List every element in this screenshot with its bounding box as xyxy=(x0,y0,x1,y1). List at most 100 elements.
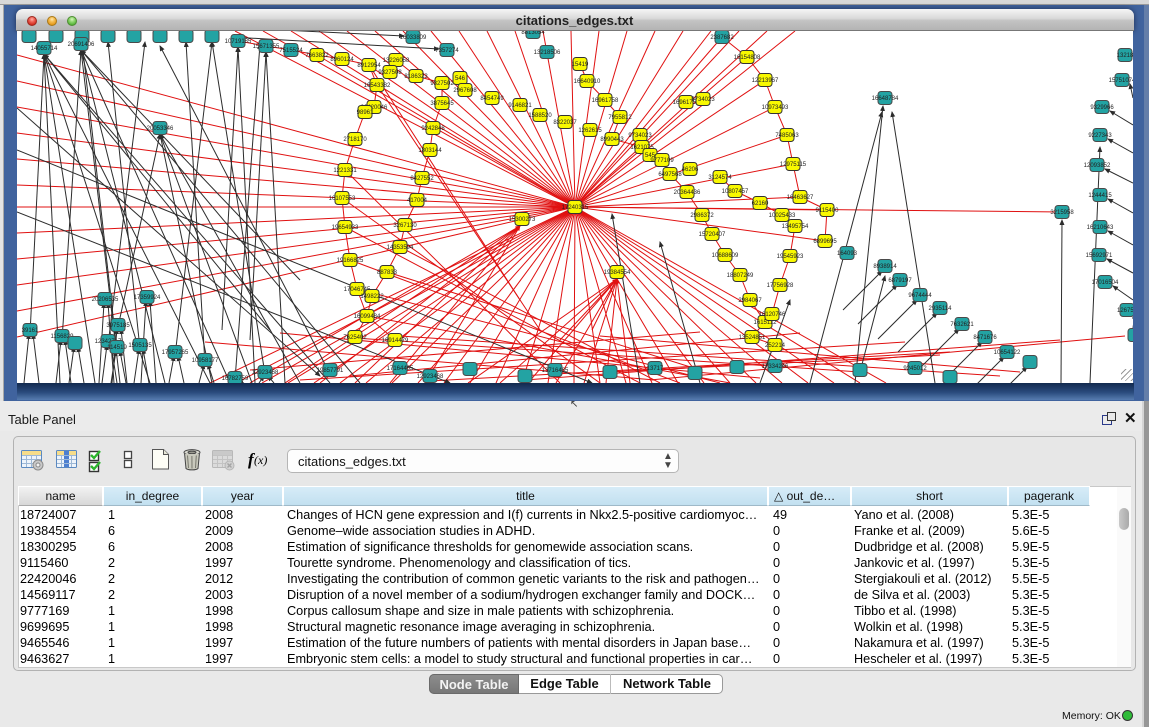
svg-text:114519: 114519 xyxy=(107,345,127,351)
svg-text:6879197: 6879197 xyxy=(888,278,912,284)
svg-text:9329966: 9329966 xyxy=(1090,105,1114,111)
svg-text:9734023: 9734023 xyxy=(628,133,652,139)
svg-text:16154808: 16154808 xyxy=(734,55,761,61)
svg-text:8322037: 8322037 xyxy=(553,120,577,126)
svg-text:2984067: 2984067 xyxy=(738,298,762,304)
svg-text:13218506: 13218506 xyxy=(534,50,561,56)
svg-text:16463627: 16463627 xyxy=(787,195,814,201)
svg-text:10973493: 10973493 xyxy=(762,105,789,111)
svg-text:14055714: 14055714 xyxy=(31,46,58,52)
svg-text:17756928: 17756928 xyxy=(767,283,794,289)
svg-text:19857791: 19857791 xyxy=(317,368,344,374)
svg-text:7632621: 7632621 xyxy=(950,322,974,328)
svg-text:20691406: 20691406 xyxy=(68,42,95,48)
svg-text:887833: 887833 xyxy=(377,270,398,276)
svg-text:13717: 13717 xyxy=(647,366,664,372)
svg-text:3875645: 3875645 xyxy=(430,101,454,107)
svg-text:2967608: 2967608 xyxy=(453,88,477,94)
svg-text:16210643: 16210643 xyxy=(1087,225,1114,231)
svg-text:1498222: 1498222 xyxy=(360,294,384,300)
svg-text:3215958: 3215958 xyxy=(1050,210,1074,216)
svg-text:13226058: 13226058 xyxy=(383,58,410,64)
svg-text:16961758: 16961758 xyxy=(592,98,619,104)
svg-text:20364436: 20364436 xyxy=(674,190,701,196)
svg-text:15720407: 15720407 xyxy=(699,232,726,238)
svg-text:13524851: 13524851 xyxy=(739,335,766,341)
svg-text:20206535: 20206535 xyxy=(92,297,119,303)
svg-text:9146821: 9146821 xyxy=(508,103,532,109)
svg-text:9227343: 9227343 xyxy=(1088,133,1112,139)
svg-text:7955812: 7955812 xyxy=(608,115,632,121)
svg-text:12213967: 12213967 xyxy=(752,78,779,84)
svg-text:3975185: 3975185 xyxy=(106,323,130,329)
svg-text:15671355: 15671355 xyxy=(253,44,280,50)
svg-text:9327502: 9327502 xyxy=(430,81,454,87)
svg-text:9777109: 9777109 xyxy=(650,158,674,164)
svg-text:2986372: 2986372 xyxy=(690,213,714,219)
svg-text:16914479: 16914479 xyxy=(382,338,409,344)
svg-text:17164465: 17164465 xyxy=(387,366,414,372)
svg-text:17240315: 17240315 xyxy=(562,205,589,211)
svg-text:20053346: 20053346 xyxy=(147,126,174,132)
svg-text:13218: 13218 xyxy=(1117,53,1133,59)
svg-text:8427552: 8427552 xyxy=(410,176,434,182)
svg-text:39161: 39161 xyxy=(22,328,39,334)
svg-text:8454749: 8454749 xyxy=(480,96,504,102)
svg-text:18807249: 18807249 xyxy=(727,273,754,279)
svg-text:10025433: 10025433 xyxy=(769,213,796,219)
svg-text:19384554: 19384554 xyxy=(604,270,631,276)
svg-text:19654933: 19654933 xyxy=(332,225,359,231)
svg-text:17359924: 17359924 xyxy=(134,295,161,301)
svg-text:16099484: 16099484 xyxy=(354,314,381,320)
svg-text:10719185: 10719185 xyxy=(225,39,252,45)
svg-text:12923468: 12923468 xyxy=(252,370,279,376)
svg-text:2718170: 2718170 xyxy=(343,137,367,143)
svg-text:10807457: 10807457 xyxy=(722,189,749,195)
svg-text:19166825: 19166825 xyxy=(337,258,364,264)
svg-text:1221331: 1221331 xyxy=(333,168,357,174)
svg-text:8990443: 8990443 xyxy=(600,137,624,143)
svg-text:8960124: 8960124 xyxy=(330,57,354,63)
svg-text:15419: 15419 xyxy=(572,62,589,68)
svg-text:9674444: 9674444 xyxy=(908,293,932,299)
svg-text:8912954: 8912954 xyxy=(357,63,381,69)
svg-text:9242848: 9242848 xyxy=(421,126,445,132)
svg-text:252214: 252214 xyxy=(765,343,786,349)
svg-text:(x): (x) xyxy=(254,453,267,467)
svg-text:17334246: 17334246 xyxy=(762,364,789,370)
svg-text:8938914: 8938914 xyxy=(873,264,897,270)
svg-text:62160: 62160 xyxy=(752,201,769,207)
svg-text:15751074: 15751074 xyxy=(1109,78,1133,84)
svg-text:3124574: 3124574 xyxy=(708,175,732,181)
svg-text:12923468: 12923468 xyxy=(417,374,444,380)
svg-text:8186323: 8186323 xyxy=(404,74,428,80)
svg-text:8471676: 8471676 xyxy=(973,335,997,341)
svg-text:15692971: 15692971 xyxy=(1086,253,1113,259)
svg-text:16648784: 16648784 xyxy=(872,96,899,102)
svg-text:3267130: 3267130 xyxy=(393,223,417,229)
svg-text:98961: 98961 xyxy=(357,110,374,116)
svg-text:16120746: 16120746 xyxy=(759,312,786,318)
svg-text:1262615: 1262615 xyxy=(578,128,602,134)
svg-text:19545923: 19545923 xyxy=(777,254,804,260)
svg-text:1244415: 1244415 xyxy=(1088,193,1112,199)
svg-text:9245012: 9245012 xyxy=(903,366,927,372)
svg-text:7485063: 7485063 xyxy=(775,133,799,139)
svg-text:6497568: 6497568 xyxy=(658,172,682,178)
svg-text:546: 546 xyxy=(455,76,466,82)
svg-text:7625402: 7625402 xyxy=(343,335,367,341)
svg-text:16782759: 16782759 xyxy=(222,376,249,382)
svg-text:1505135: 1505135 xyxy=(128,343,152,349)
svg-text:16640910: 16640910 xyxy=(574,79,601,85)
svg-text:1803144: 1803144 xyxy=(418,148,442,154)
svg-text:12975115: 12975115 xyxy=(780,162,807,168)
svg-text:417004: 417004 xyxy=(407,198,428,204)
svg-text:9115400: 9115400 xyxy=(816,208,840,214)
svg-text:13495754: 13495754 xyxy=(782,224,809,230)
svg-text:7663822: 7663822 xyxy=(305,53,329,59)
svg-text:7357274: 7357274 xyxy=(435,48,459,54)
svg-text:164093: 164093 xyxy=(837,251,858,257)
svg-text:126753: 126753 xyxy=(1117,308,1133,314)
svg-text:6899695: 6899695 xyxy=(813,239,837,245)
svg-text:2387682: 2387682 xyxy=(710,35,734,41)
